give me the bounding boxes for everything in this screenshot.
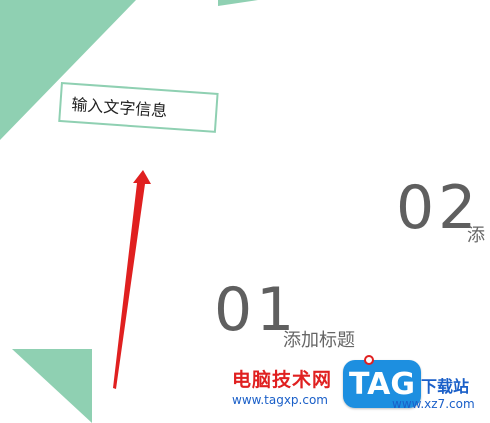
watermark-logo-dot-icon [364,355,374,365]
top-right-triangle [218,0,258,6]
watermark-site-url-2: www.xz7.com [392,397,475,411]
watermark-site-name: 电脑技术网 [232,369,333,391]
watermark-site-name-2: 下载站 [421,377,470,396]
item-title-01[interactable]: 添加标题 [283,326,355,352]
watermark-site-url: www.tagxp.com [232,393,328,407]
text-input-placeholder: 输入文字信息 [70,94,168,121]
red-arrow-icon [113,170,151,389]
item-title-02[interactable]: 添 [467,221,485,247]
bottom-left-triangle [12,349,92,423]
